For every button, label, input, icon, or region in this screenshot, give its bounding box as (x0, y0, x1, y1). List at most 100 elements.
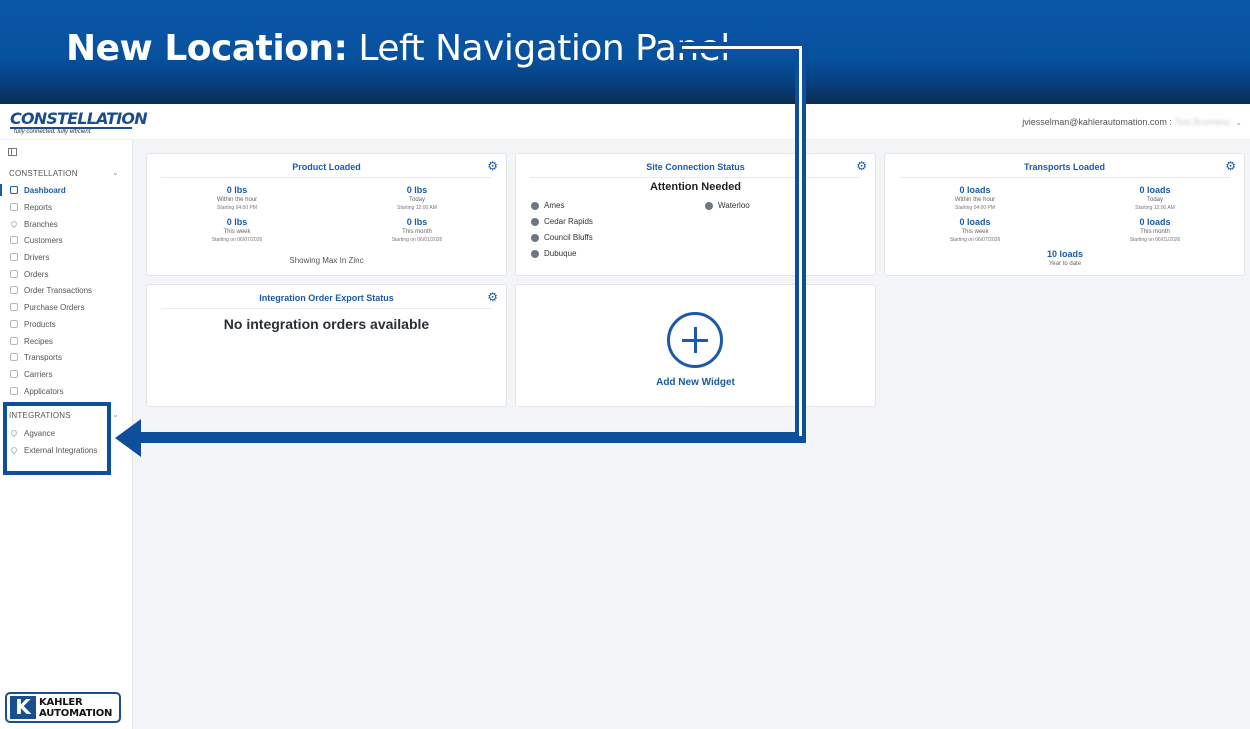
stat-sub: Starting 12:00 AM (1135, 205, 1175, 211)
site-item: Waterloo (705, 201, 750, 210)
kahler-wordmark: KAHLER AUTOMATION (39, 697, 112, 719)
widget-product-loaded: Product Loaded ⚙ 0 lbs Within the hour S… (146, 153, 507, 276)
stat-value: 0 loads (1139, 217, 1171, 227)
stat-label: Year to date (1048, 261, 1082, 267)
widget-note: Showing Max In Zinc (289, 256, 364, 265)
chevron-down-icon[interactable]: ⌄ (112, 168, 119, 177)
stat-label: This month (1140, 229, 1170, 235)
truck-icon (10, 353, 18, 361)
stat-value: 0 lbs (226, 185, 248, 195)
stat-value: 0 lbs (406, 217, 428, 227)
sidebar-item-customers[interactable]: Customers (0, 232, 132, 248)
attention-heading: Attention Needed (649, 181, 742, 193)
sidebar-item-order-transactions[interactable]: Order Transactions (0, 282, 132, 298)
status-dot (531, 233, 539, 242)
users-icon (10, 236, 18, 244)
sidebar-item-carriers[interactable]: Carriers (0, 366, 132, 382)
widget-site-connection: Site Connection Status ⚙ Attention Neede… (515, 153, 876, 276)
sidebar-item-dashboard[interactable]: Dashboard (0, 182, 132, 198)
sidebar-toggle-icon[interactable] (8, 148, 17, 156)
plus-circle-icon[interactable] (667, 312, 723, 368)
divider (530, 177, 861, 178)
stat-sub: Starting 12:00 AM (397, 205, 437, 211)
stat-value: 0 lbs (406, 185, 428, 195)
section-header-constellation[interactable]: CONSTELLATION (9, 169, 78, 178)
sidebar-item-branches[interactable]: Branches (0, 216, 132, 232)
clipboard-icon (10, 270, 18, 278)
stat-today: 0 lbs Today Starting 12:00 AM (347, 185, 487, 212)
sidebar-item-purchase-orders[interactable]: Purchase Orders (0, 299, 132, 315)
add-widget-label[interactable]: Add New Widget (516, 377, 875, 388)
stat-sub: Starting 04:00 PM (216, 205, 258, 211)
tractor-icon (10, 387, 18, 395)
status-dot (531, 217, 539, 226)
gear-icon[interactable]: ⚙ (856, 160, 867, 172)
stat-label: Within the hour (216, 197, 258, 203)
sidebar-item-orders[interactable]: Orders (0, 266, 132, 282)
sidebar-item-transports[interactable]: Transports (0, 349, 132, 365)
kahler-line1: KAHLER (39, 696, 83, 708)
divider (161, 308, 492, 309)
stat-value: 10 loads (1046, 249, 1084, 259)
widget-title: Integration Order Export Status (259, 293, 394, 303)
kahler-automation-logo: K KAHLER AUTOMATION (5, 692, 121, 723)
dashboard-icon (10, 186, 18, 194)
flask-icon (10, 337, 18, 345)
chevron-down-icon: ⌄ (1235, 118, 1242, 127)
gear-icon[interactable]: ⚙ (487, 291, 498, 303)
callout-arrow-inner (682, 46, 802, 49)
kahler-k-mark: K (10, 696, 36, 719)
sidebar-item-products[interactable]: Products (0, 316, 132, 332)
sidebar-item-applicators[interactable]: Applicators (0, 383, 132, 399)
sidebar-item-label: Dashboard (24, 185, 66, 195)
callout-highlight-box (3, 402, 111, 475)
kahler-line2: AUTOMATION (39, 707, 113, 719)
stat-sub: Starting on 06/07/2026 (211, 237, 263, 243)
divider (161, 177, 492, 178)
stat-this-week: 0 lbs This week Starting on 06/07/2026 (167, 217, 307, 244)
banner-title: New Location: Left Navigation Panel (66, 28, 730, 69)
stat-this-month: 0 loads This month Starting on 06/01/202… (1085, 217, 1225, 244)
sidebar-item-reports[interactable]: Reports (0, 199, 132, 215)
stat-sub: Starting on 06/01/2026 (391, 237, 443, 243)
stat-label: Today (408, 197, 425, 203)
site-item: Dubuque (531, 249, 576, 258)
widget-title: Transports Loaded (1023, 162, 1105, 172)
stat-label: This month (402, 229, 432, 235)
stat-sub: Starting on 06/01/2026 (1129, 237, 1181, 243)
stat-sub: Starting 04:00 PM (954, 205, 996, 211)
stat-value: 0 loads (959, 185, 991, 195)
sidebar-item-label: Order Transactions (24, 285, 93, 295)
constellation-logo[interactable]: CONSTELLATION fully connected. fully eff… (10, 109, 148, 136)
user-menu[interactable]: jviesselman@kahlerautomation.com : Test … (1022, 117, 1242, 127)
sidebar-item-drivers[interactable]: Drivers (0, 249, 132, 265)
stat-within-hour: 0 loads Within the hour Starting 04:00 P… (905, 185, 1045, 212)
stat-label: This week (223, 229, 251, 235)
sidebar-item-label: Drivers (24, 252, 50, 262)
sidebar-item-label: Carriers (24, 369, 53, 379)
stat-value: 0 loads (1139, 185, 1171, 195)
site-name: Cedar Rapids (544, 217, 593, 226)
widget-title: Product Loaded (292, 162, 361, 172)
widget-integration-export: Integration Order Export Status ⚙ No int… (146, 284, 507, 407)
site-item: Council Bluffs (531, 233, 593, 242)
site-name: Dubuque (544, 249, 577, 258)
chevron-down-icon[interactable]: ⌄ (112, 410, 119, 419)
logo-tagline: fully connected. fully efficient. (14, 129, 93, 135)
logo-wordmark: CONSTELLATION (10, 109, 148, 129)
sidebar-item-label: Branches (24, 219, 58, 229)
sidebar-item-recipes[interactable]: Recipes (0, 333, 132, 349)
stat-today: 0 loads Today Starting 12:00 AM (1085, 185, 1225, 212)
stat-label: This week (961, 229, 989, 235)
user-email: jviesselman@kahlerautomation.com : (1022, 117, 1172, 127)
gear-icon[interactable]: ⚙ (487, 160, 498, 172)
gear-icon[interactable]: ⚙ (1225, 160, 1236, 172)
add-widget-card[interactable]: Add New Widget (515, 284, 876, 407)
empty-message: No integration orders available (223, 316, 430, 332)
sidebar-item-label: Products (24, 319, 56, 329)
banner-title-bold: New Location: (66, 28, 348, 69)
stat-within-hour: 0 lbs Within the hour Starting 04:00 PM (167, 185, 307, 212)
sidebar-item-label: Purchase Orders (24, 302, 85, 312)
truck-icon (10, 370, 18, 378)
widget-transports-loaded: Transports Loaded ⚙ 0 loads Within the h… (884, 153, 1245, 276)
